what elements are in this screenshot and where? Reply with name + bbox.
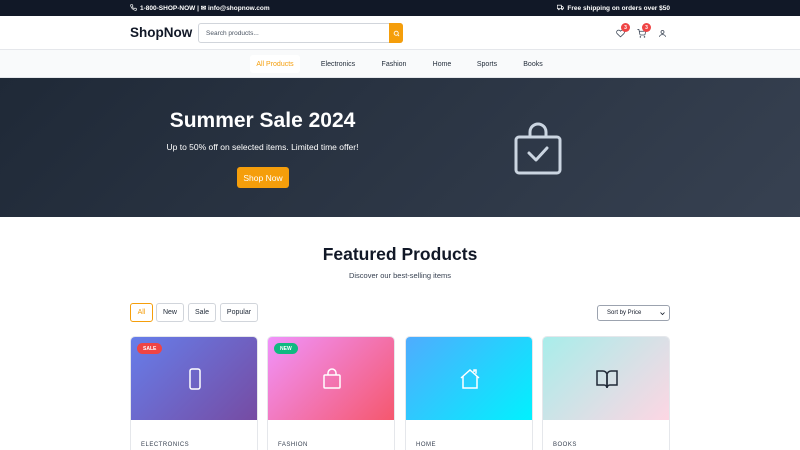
filter-new[interactable]: New xyxy=(156,303,184,322)
book-open-icon xyxy=(595,367,619,391)
filter-popular[interactable]: Popular xyxy=(220,303,258,322)
category-sports[interactable]: Sports xyxy=(472,55,502,73)
account-button[interactable] xyxy=(656,27,668,39)
site-logo[interactable]: ShopNow xyxy=(130,25,192,40)
phone-icon xyxy=(130,3,137,13)
contact-text: 1-800-SHOP-NOW | ✉ info@shopnow.com xyxy=(140,5,270,12)
filter-all[interactable]: All xyxy=(130,303,153,322)
shipping-text: Free shipping on orders over $50 xyxy=(567,4,670,12)
category-fashion[interactable]: Fashion xyxy=(376,55,412,73)
hero-subtitle: Up to 50% off on selected items. Limited… xyxy=(166,142,359,152)
product-card[interactable]: BOOKS xyxy=(542,336,670,450)
product-category: HOME xyxy=(416,442,436,448)
search-box xyxy=(198,23,403,43)
user-icon xyxy=(658,29,667,38)
hero-banner: Summer Sale 2024 Up to 50% off on select… xyxy=(0,78,800,217)
category-nav: All Products Electronics Fashion Home Sp… xyxy=(0,50,800,78)
featured-subtitle: Discover our best-selling items xyxy=(348,271,452,280)
category-home[interactable]: Home xyxy=(428,55,456,73)
site-header: ShopNow 3 3 xyxy=(0,16,800,50)
sale-badge: SALE xyxy=(137,343,163,354)
product-category: ELECTRONICS xyxy=(141,442,190,448)
category-all-products[interactable]: All Products xyxy=(250,55,300,73)
wishlist-button[interactable]: 3 xyxy=(614,23,630,39)
product-category: FASHION xyxy=(278,442,308,448)
cart-button[interactable]: 3 xyxy=(635,23,651,39)
cart-count-badge: 3 xyxy=(642,23,651,32)
search-button[interactable] xyxy=(389,23,403,43)
truck-icon xyxy=(557,4,565,13)
shipping-info: Free shipping on orders over $50 xyxy=(557,4,670,13)
category-books[interactable]: Books xyxy=(518,55,548,73)
product-card[interactable]: HOME xyxy=(405,336,533,450)
shopping-bag-icon xyxy=(320,367,344,391)
house-icon xyxy=(458,367,482,391)
product-image xyxy=(543,337,669,420)
contact-info: 1-800-SHOP-NOW | ✉ info@shopnow.com xyxy=(130,3,270,13)
search-input[interactable] xyxy=(199,24,389,42)
category-electronics[interactable]: Electronics xyxy=(316,55,360,73)
wishlist-count-badge: 3 xyxy=(621,23,630,32)
shopping-bag-check-icon xyxy=(510,120,566,176)
sort-label: Sort by Price xyxy=(607,310,642,316)
smartphone-icon xyxy=(183,367,207,391)
featured-title: Featured Products xyxy=(322,244,478,264)
product-card[interactable]: NEW FASHION xyxy=(267,336,395,450)
new-badge: NEW xyxy=(274,343,298,354)
product-image xyxy=(406,337,532,420)
sort-select[interactable]: Sort by Price xyxy=(597,305,670,321)
product-card[interactable]: SALE ELECTRONICS xyxy=(130,336,258,450)
filter-sale[interactable]: Sale xyxy=(188,303,216,322)
top-bar: 1-800-SHOP-NOW | ✉ info@shopnow.com Free… xyxy=(0,0,800,16)
shop-now-button[interactable]: Shop Now xyxy=(237,167,289,188)
product-category: BOOKS xyxy=(553,442,577,448)
hero-title: Summer Sale 2024 xyxy=(169,109,356,132)
search-icon xyxy=(393,30,400,37)
chevron-down-icon xyxy=(660,311,665,316)
